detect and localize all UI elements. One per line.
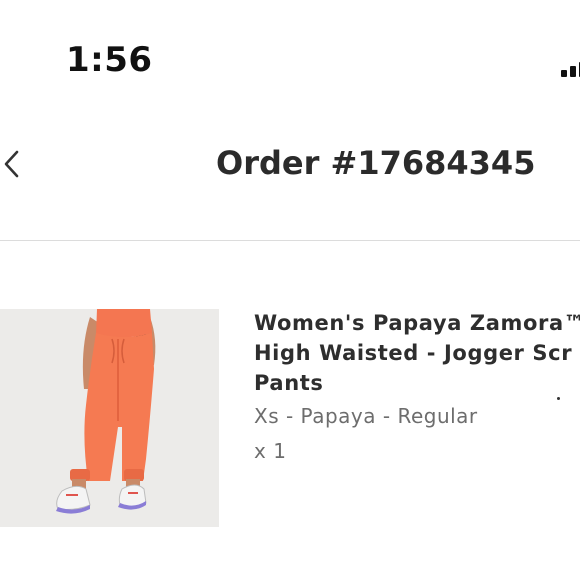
chevron-left-icon [4,150,19,178]
product-photo-icon [0,309,219,527]
product-name[interactable]: Women's Papaya Zamora™ High Waisted - Jo… [254,308,580,398]
decorative-dot [557,397,560,400]
back-button[interactable] [0,144,40,184]
product-image[interactable] [0,309,219,527]
product-name-line: High Waisted - Jogger Scr [254,341,573,365]
product-name-line: Pants [254,371,324,395]
order-detail-screen: 1:56 Order #17684345 Women's Papaya Zamo… [0,0,580,580]
header-divider [0,240,580,241]
status-bar-time: 1:56 [66,40,153,80]
product-name-line: Women's Papaya Zamora™ [254,311,580,335]
product-quantity: x 1 [254,439,287,463]
signal-strength-icon [561,61,580,77]
product-variant: Xs - Papaya - Regular [254,404,478,428]
page-title: Order #17684345 [216,144,536,182]
